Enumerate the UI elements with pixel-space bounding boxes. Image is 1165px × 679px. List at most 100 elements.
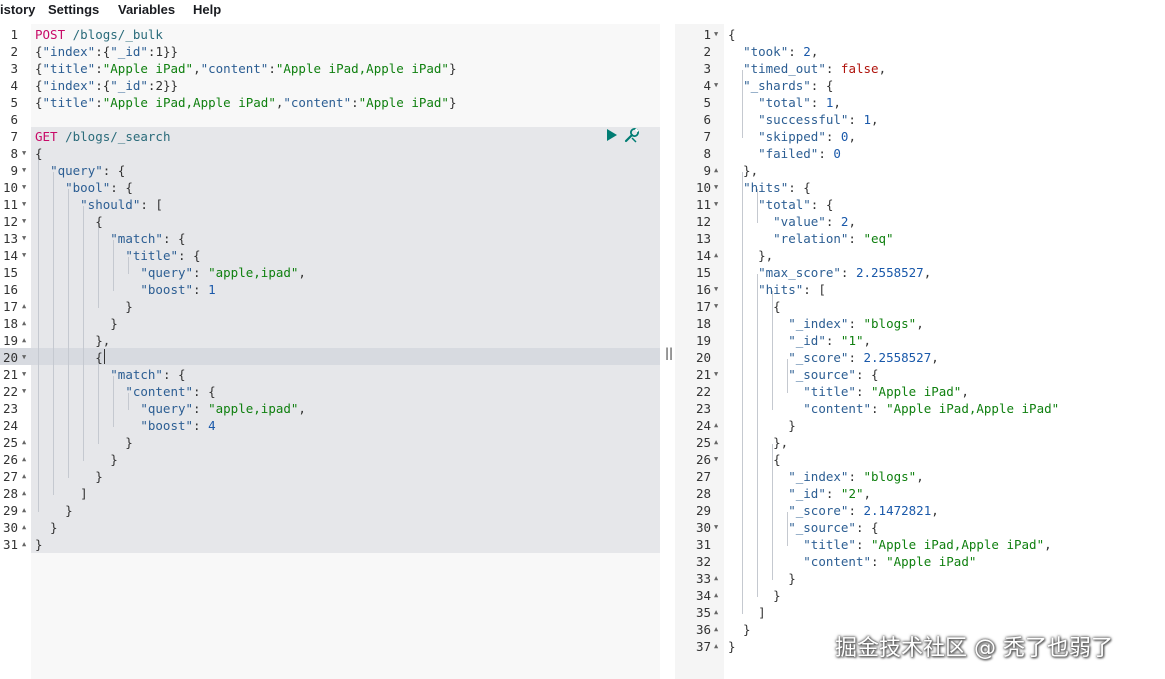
code-token: : { bbox=[810, 197, 834, 212]
fold-close-icon[interactable]: ▲ bbox=[22, 298, 26, 315]
fold-open-icon[interactable]: ▼ bbox=[714, 179, 718, 196]
fold-open-icon[interactable]: ▼ bbox=[22, 247, 26, 264]
code-text: "value": 2, bbox=[728, 213, 856, 230]
fold-close-icon[interactable]: ▲ bbox=[714, 638, 718, 655]
code-token: "_index" bbox=[788, 316, 849, 331]
fold-close-icon[interactable]: ▲ bbox=[22, 519, 26, 536]
code-token: 1 bbox=[863, 112, 872, 127]
fold-close-icon[interactable]: ▲ bbox=[22, 434, 26, 451]
line-number: 2 bbox=[703, 44, 711, 59]
code-token: "Apple iPad" bbox=[871, 384, 962, 399]
fold-open-icon[interactable]: ▼ bbox=[22, 162, 26, 179]
code-token: } bbox=[35, 520, 58, 535]
request-editor[interactable]: 1 POST /blogs/_bulk 2 {"index":{"_id":1}} 3{… bbox=[0, 24, 660, 679]
code-token: , bbox=[871, 112, 879, 127]
line-number: 10 bbox=[2, 180, 18, 195]
fold-open-icon[interactable]: ▼ bbox=[22, 383, 26, 400]
code-text: { bbox=[728, 26, 736, 43]
line-number: 13 bbox=[695, 231, 711, 246]
line-number: 35 bbox=[695, 605, 711, 620]
code-text: "timed_out": false, bbox=[728, 60, 886, 77]
line-number: 1 bbox=[703, 27, 711, 42]
fold-open-icon[interactable]: ▼ bbox=[22, 213, 26, 230]
fold-close-icon[interactable]: ▲ bbox=[22, 536, 26, 553]
menu-help[interactable]: Help bbox=[193, 0, 221, 20]
fold-close-icon[interactable]: ▲ bbox=[714, 162, 718, 179]
fold-open-icon[interactable]: ▼ bbox=[714, 451, 718, 468]
code-token: /blogs/_search bbox=[65, 129, 171, 144]
code-token: "query" bbox=[140, 401, 194, 416]
code-token: "eq" bbox=[863, 231, 894, 246]
fold-open-icon[interactable]: ▼ bbox=[22, 196, 26, 213]
fold-open-icon[interactable]: ▼ bbox=[714, 366, 718, 383]
fold-open-icon[interactable]: ▼ bbox=[22, 366, 26, 383]
code-text: "hits": { bbox=[728, 179, 811, 196]
fold-open-icon[interactable]: ▼ bbox=[22, 179, 26, 196]
panel-resizer[interactable]: || bbox=[660, 24, 675, 679]
code-token: : bbox=[788, 44, 804, 59]
fold-open-icon[interactable]: ▼ bbox=[714, 77, 718, 94]
line-number: 36 bbox=[695, 622, 711, 637]
fold-open-icon[interactable]: ▼ bbox=[714, 298, 718, 315]
code-text: {"index":{"_id":2}} bbox=[35, 77, 178, 94]
response-viewer[interactable]: 1 ▼{2 "took": 2, 3 "timed_out": false, 4 ▼ "… bbox=[675, 24, 1165, 679]
code-token: : bbox=[848, 316, 864, 331]
menu-variables[interactable]: Variables bbox=[118, 0, 175, 20]
code-text: "hits": [ bbox=[728, 281, 826, 298]
fold-open-icon[interactable]: ▼ bbox=[714, 26, 718, 43]
code-text: POST /blogs/_bulk bbox=[35, 26, 163, 43]
fold-open-icon[interactable]: ▼ bbox=[714, 281, 718, 298]
code-text: "_id": "1", bbox=[728, 332, 871, 349]
code-token: : { bbox=[178, 248, 201, 263]
fold-close-icon[interactable]: ▲ bbox=[714, 247, 718, 264]
fold-close-icon[interactable]: ▲ bbox=[714, 621, 718, 638]
fold-open-icon[interactable]: ▼ bbox=[714, 196, 718, 213]
code-token: } bbox=[448, 95, 457, 110]
fold-close-icon[interactable]: ▲ bbox=[714, 434, 718, 451]
fold-close-icon[interactable]: ▲ bbox=[22, 468, 26, 485]
code-token: "content" bbox=[200, 61, 269, 76]
code-token: { bbox=[35, 44, 43, 59]
fold-close-icon[interactable]: ▲ bbox=[22, 315, 26, 332]
line-number: 12 bbox=[695, 214, 711, 229]
line-number: 19 bbox=[2, 333, 18, 348]
fold-open-icon[interactable]: ▼ bbox=[22, 349, 26, 366]
menu-settings[interactable]: Settings bbox=[48, 0, 99, 20]
code-token: , bbox=[298, 401, 306, 416]
fold-close-icon[interactable]: ▲ bbox=[714, 570, 718, 587]
code-text: "query": { bbox=[35, 162, 125, 179]
fold-open-icon[interactable]: ▼ bbox=[22, 230, 26, 247]
code-token: :1}} bbox=[147, 44, 179, 59]
code-token: "content" bbox=[803, 554, 871, 569]
fold-open-icon[interactable]: ▼ bbox=[22, 145, 26, 162]
fold-close-icon[interactable]: ▲ bbox=[714, 417, 718, 434]
fold-open-icon[interactable]: ▼ bbox=[714, 519, 718, 536]
menu-history[interactable]: istory bbox=[0, 0, 35, 20]
code-token: POST bbox=[35, 27, 66, 42]
fold-close-icon[interactable]: ▲ bbox=[714, 604, 718, 621]
line-number: 30 bbox=[2, 520, 18, 535]
code-text: "successful": 1, bbox=[728, 111, 879, 128]
wrench-icon[interactable] bbox=[623, 126, 641, 144]
fold-close-icon[interactable]: ▲ bbox=[22, 332, 26, 349]
code-text: "title": "Apple iPad,Apple iPad", bbox=[728, 536, 1051, 553]
fold-close-icon[interactable]: ▲ bbox=[22, 485, 26, 502]
fold-close-icon[interactable]: ▲ bbox=[22, 502, 26, 519]
code-token: "title" bbox=[803, 384, 856, 399]
code-token: , bbox=[810, 44, 819, 59]
play-icon[interactable] bbox=[607, 129, 617, 141]
fold-close-icon[interactable]: ▲ bbox=[22, 451, 26, 468]
fold-close-icon[interactable]: ▲ bbox=[714, 587, 718, 604]
line-number: 20 bbox=[2, 350, 18, 365]
code-token: : bbox=[95, 95, 103, 110]
code-token: : { bbox=[162, 367, 186, 382]
code-token: : { bbox=[788, 180, 811, 195]
line-number: 9 bbox=[703, 163, 711, 178]
